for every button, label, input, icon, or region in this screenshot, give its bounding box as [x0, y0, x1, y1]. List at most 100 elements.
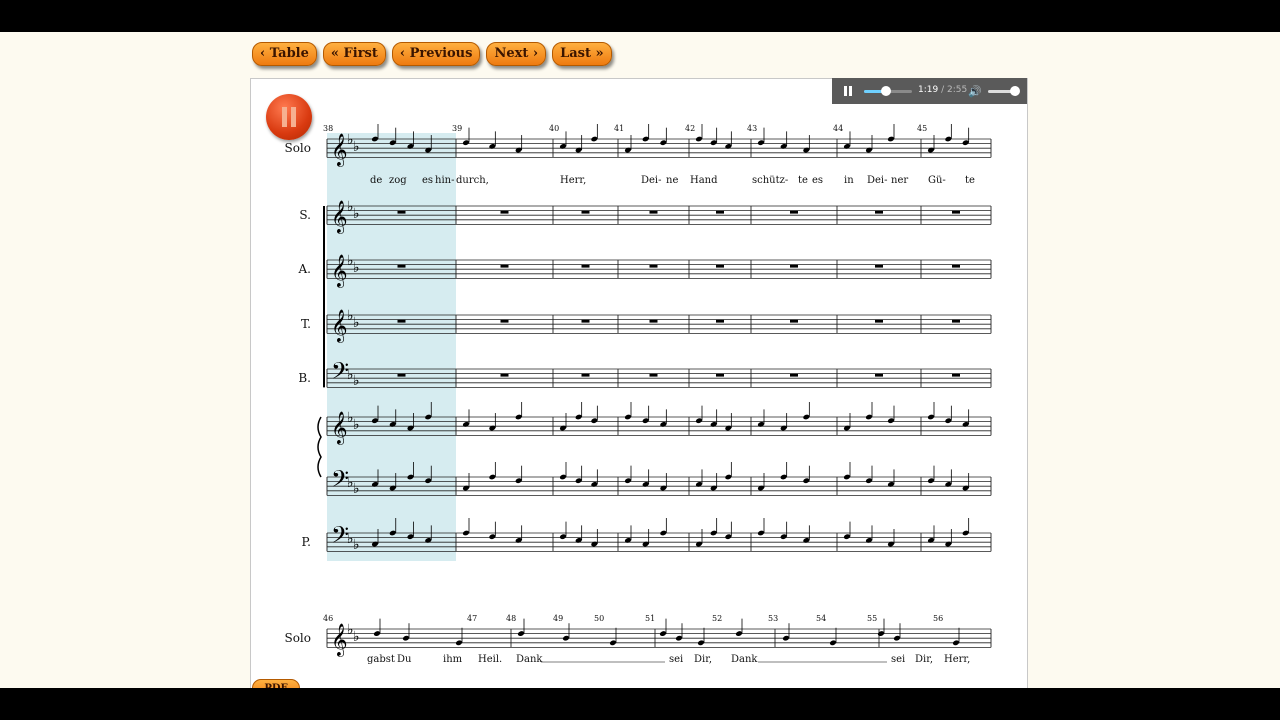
whole-rest [649, 373, 658, 377]
seek-slider[interactable] [864, 86, 912, 96]
lyric-syllable: Dir, [915, 654, 933, 665]
pause-playback-icon[interactable] [266, 94, 312, 140]
lyric-syllable: in [844, 175, 854, 186]
bar-number: 41 [614, 124, 624, 133]
lyric-syllable: durch, [456, 175, 489, 186]
flat-sign: ♭ [353, 260, 360, 276]
pause-icon[interactable] [842, 85, 854, 97]
audio-player: 1:19 / 2:55 🔊 [832, 78, 1027, 104]
staff-name: Solo [284, 141, 311, 155]
lyric-syllable: Du [397, 654, 412, 665]
staff-name: S. [299, 208, 311, 222]
bar-number: 56 [933, 614, 943, 623]
score-sheet: Solo 𝄞 ♭ ♭ S. 𝄞 ♭ ♭ A. 𝄞 ♭ ♭ T. 𝄞 ♭ ♭ B. 𝄢 ♭ ♭ 𝄞 ♭ ♭ 𝄢 ♭ ♭ P. 𝄢 ♭ ♭ 38… [250, 78, 1028, 688]
flat-sign: ♭ [353, 206, 360, 222]
lyric-syllable: te [798, 175, 808, 186]
lyric-syllable: sei [669, 654, 683, 665]
whole-rest [716, 264, 724, 268]
whole-rest [649, 319, 658, 323]
treble-clef: 𝄞 [331, 623, 348, 657]
whole-rest [790, 210, 798, 214]
whole-rest [790, 264, 798, 268]
whole-rest [581, 319, 590, 323]
last-button[interactable]: Last » [552, 42, 612, 66]
lyric-syllable: Heil. [478, 654, 502, 665]
bar-number: 39 [452, 124, 462, 133]
staff-name: T. [301, 317, 311, 331]
whole-rest [875, 264, 883, 268]
staff-name: P. [302, 535, 311, 549]
bar-number: 51 [645, 614, 655, 623]
flat-sign: ♭ [353, 417, 360, 433]
pdf-button[interactable]: PDF [252, 679, 300, 688]
whole-rest [716, 210, 724, 214]
whole-rest [952, 210, 960, 214]
first-button[interactable]: « First [322, 42, 386, 66]
bar-number: 54 [816, 614, 826, 623]
volume-handle[interactable] [1010, 86, 1020, 96]
whole-rest [716, 373, 724, 377]
bar-number: 44 [833, 124, 843, 133]
whole-rest [581, 264, 590, 268]
bar-number: 52 [712, 614, 722, 623]
bar-number: 45 [917, 124, 927, 133]
bar-number: 49 [553, 614, 563, 623]
flat-sign: ♭ [353, 537, 360, 553]
lyric-syllable: Herr, [944, 654, 970, 665]
bar-number: 43 [747, 124, 757, 133]
next-button[interactable]: Next › [486, 42, 547, 66]
seek-handle[interactable] [880, 86, 891, 96]
treble-clef: 𝄞 [331, 411, 348, 445]
volume-icon[interactable]: 🔊 [968, 85, 982, 98]
treble-clef: 𝄞 [331, 133, 348, 167]
flat-sign: ♭ [353, 139, 360, 155]
score-svg: Solo 𝄞 ♭ ♭S. 𝄞 ♭ ♭A. 𝄞 ♭ ♭T. 𝄞 ♭ ♭B. 𝄢♭ ♭𝄞 ♭ ♭𝄢♭ ♭P. 𝄢♭ ♭38… [284, 124, 992, 665]
whole-rest [875, 319, 883, 323]
lyric-syllable: ner [891, 175, 908, 186]
top-black-bar [0, 0, 1280, 32]
staff-name: A. [298, 262, 311, 276]
flat-sign: ♭ [353, 315, 360, 331]
lyric-syllable: hin- [435, 175, 454, 186]
lyric-syllable: sei [891, 654, 905, 665]
lyric-syllable: Dir, [694, 654, 712, 665]
bar-number: 55 [867, 614, 877, 623]
whole-rest [397, 373, 406, 377]
whole-rest [716, 319, 724, 323]
bar-number: 38 [323, 124, 333, 133]
whole-rest [790, 373, 798, 377]
whole-rest [649, 210, 658, 214]
lyric-syllable: Dei- [641, 175, 662, 186]
treble-clef: 𝄞 [331, 254, 348, 288]
whole-rest [500, 373, 509, 377]
lyric-syllable: Herr, [560, 175, 586, 186]
whole-rest [875, 373, 883, 377]
bar-number: 53 [768, 614, 778, 623]
flat-sign: ♭ [353, 481, 360, 497]
whole-rest [952, 319, 960, 323]
lyric-syllable: Dank [731, 654, 758, 665]
lyric-syllable: Hand [690, 175, 718, 186]
current-time: 1:19 [918, 85, 939, 95]
bar-number: 40 [549, 124, 559, 133]
duration-time: / 2:55 [938, 85, 968, 95]
volume-slider[interactable] [988, 86, 1020, 96]
lyric-syllable: Dei- [867, 175, 888, 186]
bar-number: 47 [467, 614, 477, 623]
lyric-syllable: te [965, 175, 975, 186]
whole-rest [500, 210, 509, 214]
whole-rest [397, 319, 406, 323]
treble-clef: 𝄞 [331, 309, 348, 343]
whole-rest [397, 264, 406, 268]
lyric-syllable: Gü- [928, 175, 946, 186]
flat-sign: ♭ [353, 373, 360, 389]
staff-name: B. [298, 371, 311, 385]
navigation-bar: ‹ Table « First ‹ Previous Next › Last » [252, 42, 612, 66]
previous-button[interactable]: ‹ Previous [391, 42, 481, 66]
piano-brace [317, 416, 322, 478]
lyric-syllable: ne [666, 175, 678, 186]
lyric-syllable: Dank [516, 654, 543, 665]
lyric-syllable: es [422, 175, 433, 186]
flat-sign: ♭ [353, 629, 360, 645]
table-button[interactable]: ‹ Table [252, 42, 317, 66]
